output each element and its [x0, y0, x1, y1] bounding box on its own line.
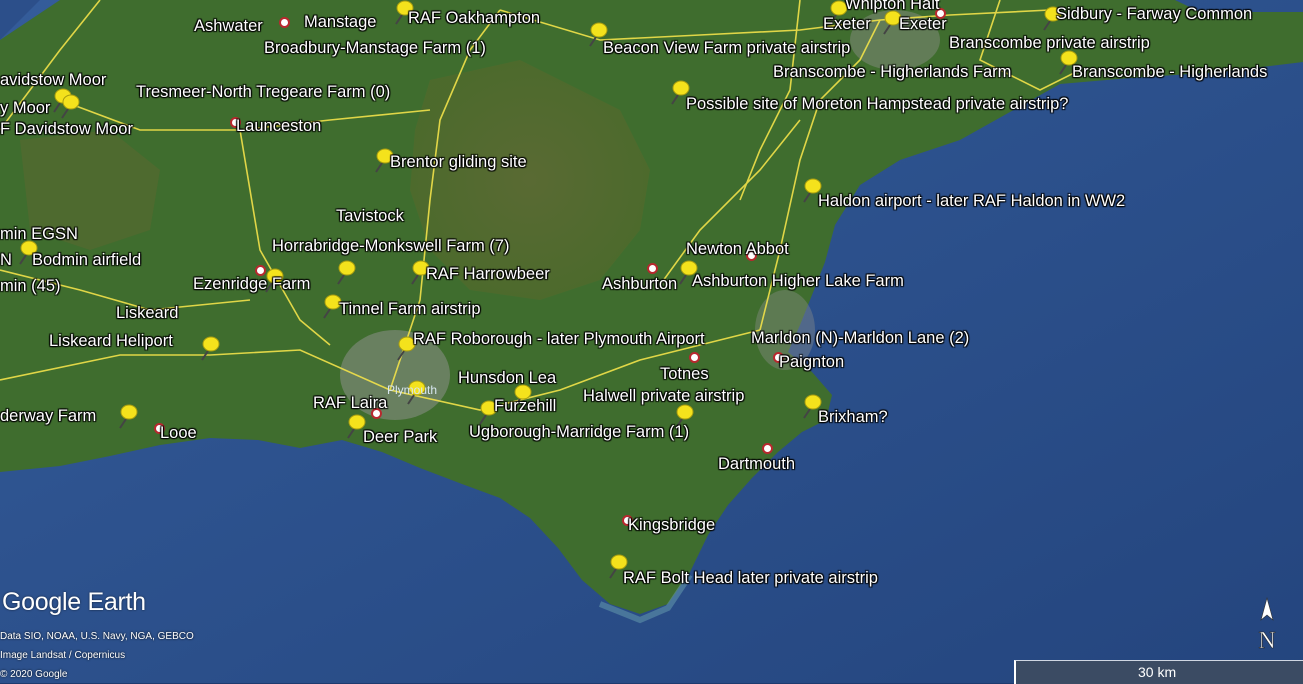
pin-label[interactable]: F Davidstow Moor — [0, 120, 133, 138]
town-label[interactable]: Kingsbridge — [628, 516, 715, 534]
town-label[interactable]: Newton Abbot — [686, 240, 789, 258]
pin-label[interactable]: Broadbury-Manstage Farm (1) — [264, 39, 486, 57]
town-label[interactable]: Exeter — [823, 15, 871, 33]
pin-label[interactable]: y Moor — [0, 99, 50, 117]
pin-label[interactable]: Possible site of Moreton Hampstead priva… — [686, 95, 1068, 113]
town-label[interactable]: Looe — [160, 424, 197, 442]
town-label[interactable]: Manstage — [304, 13, 376, 31]
pin-label[interactable]: Whipton Halt — [845, 0, 939, 13]
pin-label[interactable]: Ashburton Higher Lake Farm — [692, 272, 904, 290]
pin-label[interactable]: Ugborough-Marridge Farm (1) — [469, 423, 689, 441]
town-label[interactable]: Paignton — [779, 353, 844, 371]
north-arrow-icon[interactable]: N — [1254, 596, 1280, 654]
pin-label[interactable]: Deer Park — [363, 428, 437, 446]
pin-label[interactable]: RAF Laira — [313, 394, 387, 412]
pin-label[interactable]: Haldon airport - later RAF Haldon in WW2 — [818, 192, 1125, 210]
pin-label[interactable]: Marldon (N)-Marldon Lane (2) — [751, 329, 969, 347]
pin-label[interactable]: Liskeard Heliport — [49, 332, 173, 350]
attribution-line: Data SIO, NOAA, U.S. Navy, NGA, GEBCO — [0, 631, 194, 642]
town-marker-totnes[interactable] — [689, 352, 700, 363]
town-label[interactable]: Dartmouth — [718, 455, 795, 473]
pin-label[interactable]: Sidbury - Farway Common — [1056, 5, 1252, 23]
town-marker-ashburton[interactable] — [647, 263, 658, 274]
town-label[interactable]: Launceston — [236, 117, 321, 135]
pin-label[interactable]: Halwell private airstrip — [583, 387, 744, 405]
town-label[interactable]: Exeter — [899, 15, 947, 33]
pin-label[interactable]: N — [0, 251, 12, 269]
pushpin-icon[interactable] — [58, 94, 80, 120]
pin-label[interactable]: Brentor gliding site — [390, 153, 527, 171]
attribution-line: © 2020 Google — [0, 669, 68, 680]
pin-label[interactable]: RAF Harrowbeer — [426, 265, 550, 283]
town-label[interactable]: Totnes — [660, 365, 709, 383]
pushpin-icon[interactable] — [198, 336, 220, 362]
pin-label[interactable]: avidstow Moor — [0, 71, 106, 89]
pin-label[interactable]: Branscombe private airstrip — [949, 34, 1150, 52]
pin-label[interactable]: Tresmeer-North Tregeare Farm (0) — [136, 83, 390, 101]
town-label[interactable]: Ashwater — [194, 17, 263, 35]
pin-label[interactable]: Furzehill — [494, 397, 556, 415]
pin-label[interactable]: Hunsdon Lea — [458, 369, 556, 387]
pin-label[interactable]: Bodmin airfield — [32, 251, 141, 269]
pin-label[interactable]: Brixham? — [818, 408, 888, 426]
pin-label[interactable]: derway Farm — [0, 407, 96, 425]
pin-label[interactable]: RAF Oakhampton — [408, 9, 540, 27]
pin-label[interactable]: Horrabridge-Monkswell Farm (7) — [272, 237, 509, 255]
pin-label[interactable]: Branscombe - Higherlands — [1072, 63, 1267, 81]
pin-label[interactable]: min EGSN — [0, 225, 78, 243]
pin-label[interactable]: Tinnel Farm airstrip — [339, 300, 481, 318]
pin-label[interactable]: RAF Roborough - later Plymouth Airport — [413, 330, 705, 348]
town-label[interactable]: Liskeard — [116, 304, 178, 322]
pushpin-icon[interactable] — [334, 260, 356, 286]
compass-label: N — [1258, 628, 1275, 652]
town-marker-ashwater[interactable] — [279, 17, 290, 28]
town-label[interactable]: Plymouth — [387, 381, 437, 399]
town-label[interactable]: Tavistock — [336, 207, 404, 225]
town-label[interactable]: Ashburton — [602, 275, 677, 293]
pin-label[interactable]: Ezenridge Farm — [193, 275, 310, 293]
google-earth-logo: Google Earth — [2, 588, 146, 616]
pin-label[interactable]: min (45) — [0, 277, 61, 295]
scale-bar: 30 km — [1014, 660, 1303, 684]
pin-label[interactable]: Beacon View Farm private airstrip — [603, 39, 850, 57]
pin-label[interactable]: Branscombe - Higherlands Farm — [773, 63, 1011, 81]
town-marker-dartmouth[interactable] — [762, 443, 773, 454]
attribution-line: Image Landsat / Copernicus — [0, 650, 126, 661]
pin-label[interactable]: RAF Bolt Head later private airstrip — [623, 569, 878, 587]
pushpin-icon[interactable] — [116, 404, 138, 430]
scale-label: 30 km — [1138, 664, 1177, 680]
